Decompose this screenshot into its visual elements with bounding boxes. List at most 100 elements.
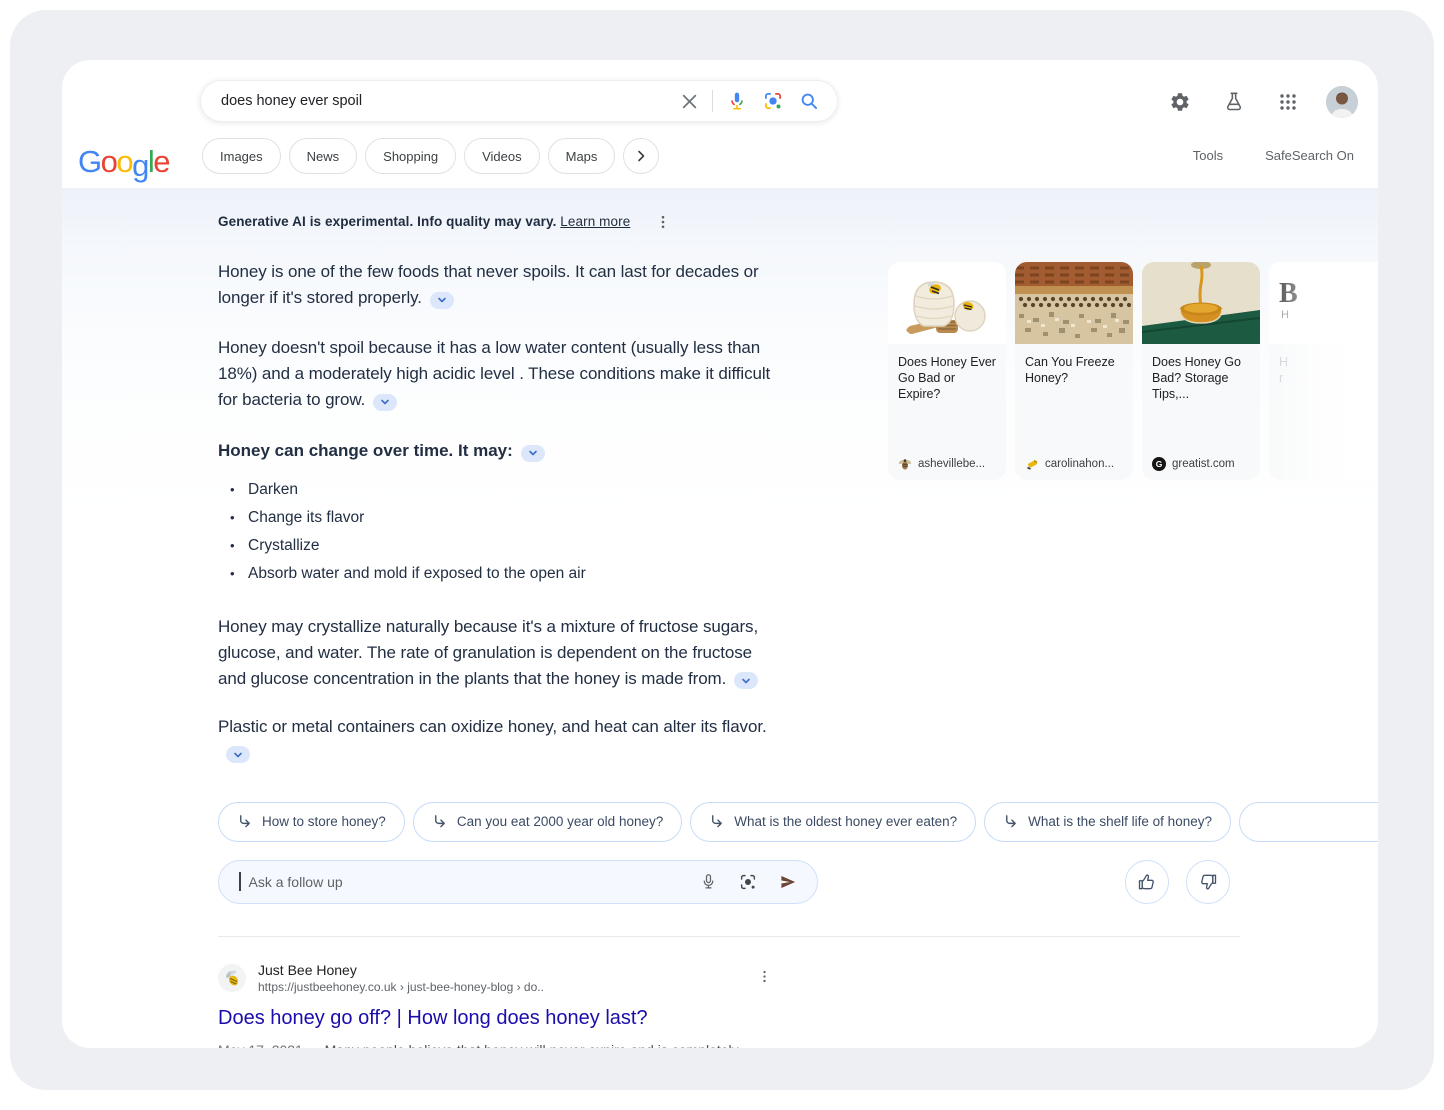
thumbs-down-button[interactable] (1186, 860, 1230, 904)
search-header: Google (62, 60, 1378, 188)
source-card-title: Can You Freeze Honey? (1025, 354, 1123, 386)
chip-shelf-life[interactable]: What is the shelf life of honey? (984, 802, 1231, 842)
source-card[interactable]: Does Honey Go Bad? Storage Tips,... G gr… (1142, 262, 1260, 480)
chip-2000-year-honey[interactable]: Can you eat 2000 year old honey? (413, 802, 682, 842)
google-logo[interactable]: Google (78, 144, 169, 180)
followup-placeholder: Ask a follow up (249, 874, 679, 890)
safesearch-button[interactable]: SafeSearch On (1265, 148, 1354, 163)
expand-chevron-icon[interactable] (226, 746, 250, 763)
ai-paragraph: Honey may crystallize naturally because … (218, 614, 774, 692)
result-overflow-menu-icon[interactable] (758, 970, 771, 988)
logo-letter: e (153, 144, 169, 180)
ai-paragraph-text: Honey is one of the few foods that never… (218, 262, 759, 307)
result-title-link[interactable]: Does honey go off? | How long does honey… (218, 1007, 828, 1030)
ghost-line: H (1279, 355, 1288, 369)
ai-subheading: Honey can change over time. It may: (218, 441, 774, 462)
svg-text:B: B (1279, 278, 1298, 309)
branch-arrow-icon (709, 814, 724, 829)
tab-images[interactable]: Images (202, 138, 281, 174)
expand-chevron-icon[interactable] (734, 672, 758, 689)
chip-label: What is the shelf life of honey? (1028, 814, 1212, 829)
search-box[interactable] (200, 80, 838, 122)
section-divider (218, 936, 1240, 937)
expand-chevron-icon[interactable] (373, 394, 397, 411)
source-card-title: H r (1279, 354, 1377, 386)
chip-label: What is the oldest honey ever eaten? (734, 814, 957, 829)
disclaimer-label: Generative AI is experimental. Info qual… (218, 214, 556, 229)
result-header[interactable]: Just Bee Honey https://justbeehoney.co.u… (218, 961, 828, 996)
ai-subheading-text: Honey can change over time. It may: (218, 441, 513, 460)
partial-card-photo: B H (1269, 262, 1378, 344)
ai-disclaimer-text: Generative AI is experimental. Info qual… (218, 214, 630, 229)
result-site-block: Just Bee Honey https://justbeehoney.co.u… (258, 961, 544, 996)
result-snippet: May 17, 2021 — Many people believe that … (218, 1039, 766, 1049)
search-input[interactable] (221, 93, 681, 109)
tools-button[interactable]: Tools (1193, 148, 1223, 163)
expand-chevron-icon[interactable] (521, 445, 545, 462)
result-site-name: Just Bee Honey (258, 961, 544, 979)
ai-bullet: Darken (218, 476, 774, 504)
mic-icon[interactable] (727, 91, 747, 111)
ai-bullet: Change its flavor (218, 504, 774, 532)
followup-chips: How to store honey? Can you eat 2000 yea… (218, 802, 1378, 842)
source-card-body: Does Honey Ever Go Bad or Expire? ashevi… (888, 344, 1006, 480)
labs-flask-icon[interactable] (1218, 86, 1250, 118)
ai-bullet-list: Darken Change its flavor Crystallize Abs… (218, 476, 774, 588)
source-card-body: Does Honey Go Bad? Storage Tips,... G gr… (1142, 344, 1260, 480)
settings-icon[interactable] (1164, 86, 1196, 118)
search-divider (712, 90, 713, 112)
organic-result: Just Bee Honey https://justbeehoney.co.u… (218, 961, 828, 1049)
ai-paragraph: Honey is one of the few foods that never… (218, 259, 774, 311)
svg-text:G: G (1156, 459, 1163, 469)
mic-icon[interactable] (700, 873, 717, 890)
logo-letter: g (132, 148, 148, 184)
branch-arrow-icon (237, 814, 252, 829)
svg-text:H: H (1281, 309, 1289, 321)
followup-input[interactable]: Ask a follow up (218, 860, 818, 904)
lens-icon[interactable] (739, 873, 757, 891)
apps-grid-icon[interactable] (1272, 86, 1304, 118)
source-card-source: G greatist.com (1152, 457, 1250, 471)
chip-label: How to store honey? (262, 814, 386, 829)
source-card[interactable]: Can You Freeze Honey? carolinahon... (1015, 262, 1133, 480)
greatist-favicon: G (1152, 457, 1166, 471)
ai-paragraph: Honey doesn't spoil because it has a low… (218, 335, 774, 413)
more-tabs-chevron-icon[interactable] (623, 138, 659, 174)
send-icon[interactable] (779, 873, 797, 891)
carolina-honey-favicon (1025, 457, 1039, 471)
source-card-body: Can You Freeze Honey? carolinahon... (1015, 344, 1133, 480)
ai-paragraph: Plastic or metal containers can oxidize … (218, 714, 774, 766)
logo-letter: o (116, 144, 132, 180)
tools-row: Tools SafeSearch On (1193, 148, 1354, 163)
chip-label: Can you eat 2000 year old honey? (457, 814, 663, 829)
source-card[interactable]: Does Honey Ever Go Bad or Expire? ashevi… (888, 262, 1006, 480)
desktop-background: Google (10, 10, 1434, 1090)
result-url: https://justbeehoney.co.uk › just-bee-ho… (258, 979, 544, 996)
tab-maps[interactable]: Maps (548, 138, 616, 174)
source-card-partial[interactable]: B H H r (1269, 262, 1378, 480)
expand-chevron-icon[interactable] (430, 292, 454, 309)
chip-how-to-store[interactable]: How to store honey? (218, 802, 405, 842)
tab-news[interactable]: News (289, 138, 358, 174)
chip-oldest-honey[interactable]: What is the oldest honey ever eaten? (690, 802, 976, 842)
source-card-source: carolinahon... (1025, 457, 1123, 471)
lens-icon[interactable] (763, 91, 783, 111)
chip-partial[interactable] (1239, 802, 1378, 842)
source-card-title: Does Honey Go Bad? Storage Tips,... (1152, 354, 1250, 402)
google-results-page: Google (62, 60, 1378, 1048)
banner-overflow-menu-icon[interactable] (656, 215, 670, 229)
ai-source-cards: Does Honey Ever Go Bad or Expire? ashevi… (888, 262, 1378, 482)
followup-row: Ask a follow up (218, 860, 1230, 904)
search-icon[interactable] (799, 91, 819, 111)
tab-shopping[interactable]: Shopping (365, 138, 456, 174)
ghost-line: r (1279, 371, 1283, 385)
source-card-source: ashevillebe... (898, 457, 996, 471)
thumbs-up-button[interactable] (1125, 860, 1169, 904)
close-icon[interactable] (681, 93, 698, 110)
result-date: May 17, 2021 — (218, 1042, 325, 1049)
result-tabs: Images News Shopping Videos Maps (202, 138, 659, 174)
learn-more-link[interactable]: Learn more (560, 214, 630, 229)
tab-videos[interactable]: Videos (464, 138, 540, 174)
avatar[interactable] (1326, 86, 1358, 118)
ai-paragraph-text: Plastic or metal containers can oxidize … (218, 717, 767, 736)
